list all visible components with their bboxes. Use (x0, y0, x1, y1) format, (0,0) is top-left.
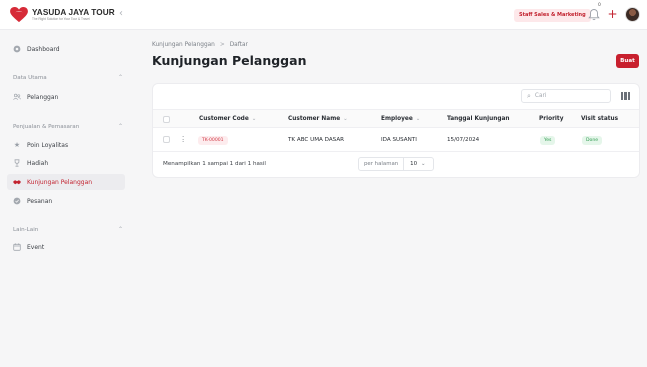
customer-name-cell: TK ABC UMA DASAR (288, 137, 345, 143)
chevron-down-icon: ⌄ (251, 116, 257, 122)
notification-count: 0 (598, 3, 601, 8)
chevron-left-icon: ‹ (119, 8, 123, 19)
page-title: Kunjungan Pelanggan (152, 53, 307, 68)
column-header-customer-code[interactable]: Customer Code ⌄ (199, 110, 256, 129)
chevron-down-icon: ⌄ (415, 116, 421, 122)
group-label: Penjualan & Pemasaran (13, 123, 80, 130)
breadcrumb: Kunjungan Pelanggan > Daftar (152, 42, 248, 48)
visit-status-badge: Done (582, 136, 603, 145)
chevron-up-icon: ⌃ (117, 226, 123, 233)
sidebar-item-pesanan[interactable]: Pesanan (7, 193, 125, 209)
column-header-visit-status[interactable]: Visit status (581, 110, 618, 129)
sidebar-item-label: Hadiah (27, 159, 49, 167)
sidebar: Dashboard Data Utama ⌃ Pelanggan Penjual… (0, 30, 137, 367)
top-bar: YASUDA JAYA TOUR The Right Solution for … (0, 0, 647, 30)
column-header-customer-name[interactable]: Customer Name ⌄ (288, 110, 348, 129)
group-label: Data Utama (13, 74, 47, 81)
column-header-tanggal-kunjungan[interactable]: Tanggal Kunjungan (447, 110, 510, 129)
employee-cell: IDA SUSANTI (381, 137, 417, 143)
role-badge[interactable]: Staff Sales & Marketing (514, 9, 591, 22)
breadcrumb-current: Daftar (229, 42, 248, 48)
group-data-utama[interactable]: Data Utama ⌃ (13, 74, 123, 81)
chevron-down-icon: ⌄ (343, 116, 348, 122)
chevron-up-icon: ⌃ (117, 123, 123, 130)
sidebar-item-event[interactable]: Event (7, 239, 125, 255)
per-page-label: per halaman (359, 158, 405, 170)
trophy-icon (13, 159, 21, 167)
customer-code-badge[interactable]: TK-00001 (198, 136, 228, 145)
company-logo[interactable]: YASUDA JAYA TOUR The Right Solution for … (10, 6, 115, 24)
plus-icon: + (607, 7, 618, 21)
sidebar-item-label: Dashboard (27, 45, 60, 53)
pagination-summary: Menampilkan 1 sampai 1 dari 1 hasil (163, 161, 266, 167)
handshake-icon (13, 178, 21, 186)
column-header-priority[interactable]: Priority (539, 110, 563, 129)
chevron-up-icon: ⌃ (117, 74, 123, 81)
bell-icon[interactable] (588, 8, 600, 21)
group-penjualan-pemasaran[interactable]: Penjualan & Pemasaran ⌃ (13, 123, 123, 130)
create-button[interactable]: Buat (616, 54, 639, 68)
sidebar-item-hadiah[interactable]: Hadiah (7, 155, 125, 171)
select-all-checkbox[interactable] (163, 116, 170, 123)
search-input[interactable]: ⌕ Cari (521, 89, 611, 103)
add-button[interactable]: + (606, 8, 619, 21)
column-toggle-icon[interactable] (621, 92, 630, 100)
sidebar-item-poin-loyalitas[interactable]: ★ Poin Loyalitas (7, 137, 125, 153)
sidebar-collapse-button[interactable]: ‹ (119, 9, 123, 19)
table-header: Customer Code ⌄ Customer Name ⌄ Employee ⌄ … (153, 109, 639, 128)
row-checkbox[interactable] (163, 136, 170, 143)
user-avatar[interactable] (625, 7, 640, 22)
breadcrumb-separator: > (219, 42, 225, 48)
row-actions-icon[interactable]: · · · (182, 134, 184, 146)
table-row[interactable]: · · · TK-00001 TK ABC UMA DASAR IDA SUSANT… (153, 128, 639, 152)
calendar-icon (13, 243, 21, 251)
per-page-select[interactable]: per halaman 10 ⌄ (358, 157, 434, 171)
dashboard-icon (13, 45, 21, 53)
sidebar-item-label: Pesanan (27, 197, 53, 205)
users-icon (13, 93, 21, 101)
per-page-value[interactable]: 10 ⌄ (404, 161, 425, 167)
sidebar-item-label: Kunjungan Pelanggan (27, 178, 93, 186)
group-lain-lain[interactable]: Lain-Lain ⌃ (13, 226, 123, 233)
search-placeholder: Cari (534, 93, 547, 99)
sidebar-item-label: Pelanggan (27, 93, 59, 101)
logo-heart-icon (10, 7, 28, 23)
sidebar-item-label: Poin Loyalitas (27, 141, 69, 149)
group-label: Lain-Lain (13, 226, 39, 233)
logo-tagline: The Right Solution for Your Tour & Trave… (32, 17, 90, 21)
sidebar-item-kunjungan-pelanggan[interactable]: Kunjungan Pelanggan (7, 174, 125, 190)
table-card: ⌕ Cari Customer Code ⌄ Customer Name ⌄ Emp… (152, 83, 640, 178)
search-icon: ⌕ (527, 91, 531, 100)
order-icon (13, 197, 21, 205)
column-header-employee[interactable]: Employee ⌄ (381, 110, 420, 129)
breadcrumb-link[interactable]: Kunjungan Pelanggan (152, 42, 215, 48)
logo-name: YASUDA JAYA TOUR (32, 7, 115, 17)
priority-badge: Yes (540, 136, 556, 145)
sidebar-item-pelanggan[interactable]: Pelanggan (7, 89, 125, 105)
tanggal-kunjungan-cell: 15/07/2024 (447, 137, 480, 143)
sidebar-item-label: Event (27, 243, 45, 251)
star-icon: ★ (13, 141, 21, 149)
chevron-down-icon: ⌄ (421, 161, 426, 167)
sidebar-item-dashboard[interactable]: Dashboard (7, 41, 125, 57)
